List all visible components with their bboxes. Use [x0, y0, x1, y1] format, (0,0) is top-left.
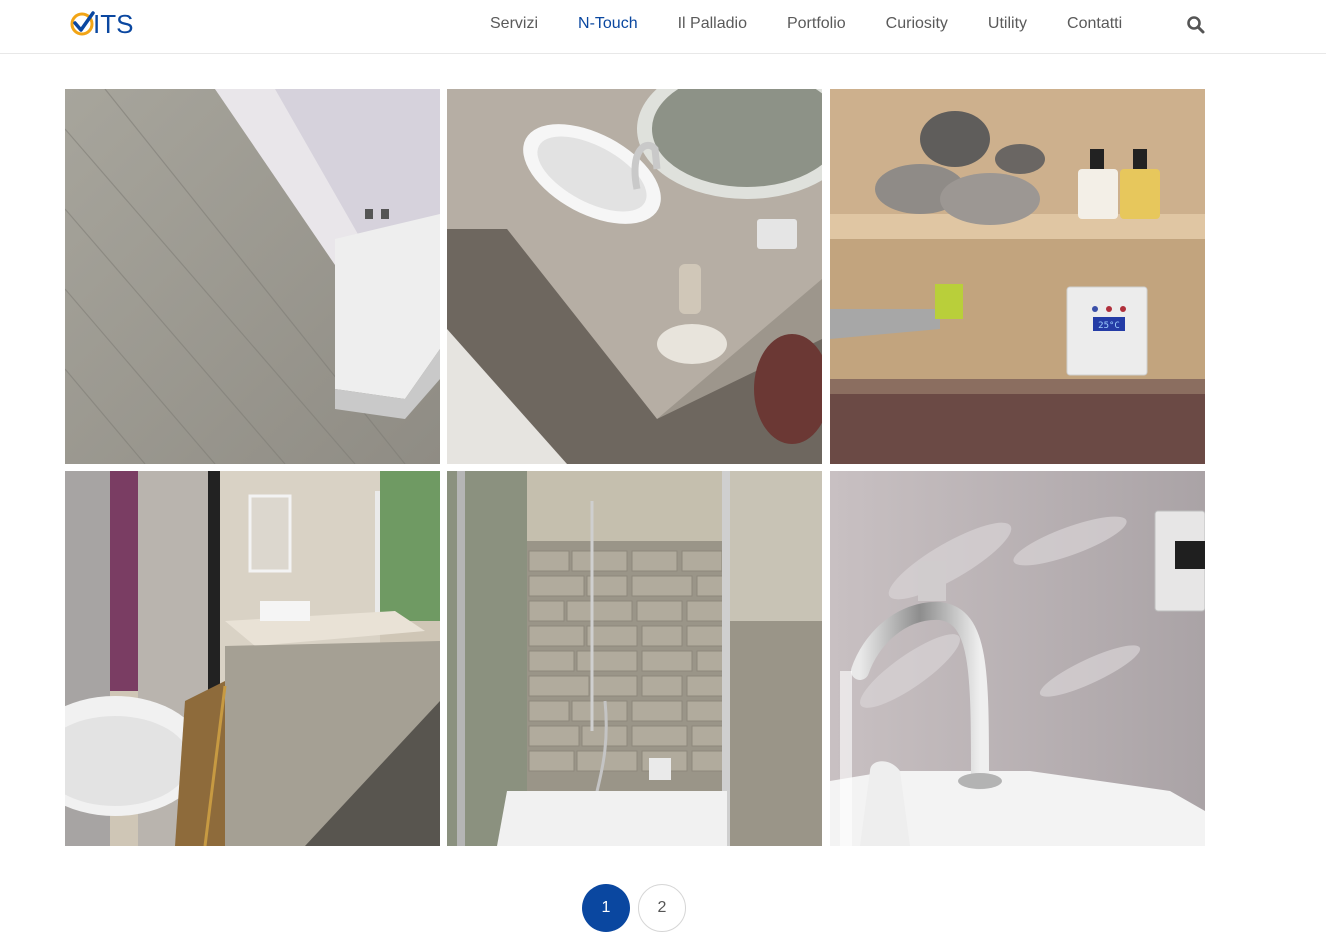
thermostat-readout: 25°C — [1098, 321, 1120, 331]
gallery-grid: 25°C — [65, 89, 1205, 846]
bathtub-bathroom-image — [65, 471, 440, 846]
search-button[interactable] — [1186, 15, 1206, 35]
pagination: 1 2 — [582, 884, 688, 934]
site-logo[interactable]: ITS — [69, 9, 135, 39]
nav-item-contatti[interactable]: Contatti — [1047, 0, 1142, 48]
gallery-tile-vessel-sink[interactable] — [447, 89, 822, 464]
nav-item-il-palladio[interactable]: Il Palladio — [658, 0, 767, 48]
gallery-tile-faucet[interactable] — [830, 471, 1205, 846]
page-1-button[interactable]: 1 — [582, 884, 630, 932]
bathroom-floor-image — [65, 89, 440, 464]
chrome-faucet-image — [830, 471, 1205, 846]
nav-item-utility[interactable]: Utility — [968, 0, 1047, 48]
nav-item-curiosity[interactable]: Curiosity — [866, 0, 968, 48]
site-header: ITS Servizi N-Touch Il Palladio Portfoli… — [0, 0, 1326, 54]
nav-item-servizi[interactable]: Servizi — [470, 0, 558, 48]
nav-item-portfolio[interactable]: Portfolio — [767, 0, 866, 48]
logo-text: ITS — [93, 9, 134, 39]
shower-image — [447, 471, 822, 846]
page-2-button[interactable]: 2 — [638, 884, 686, 932]
gallery-tile-bathroom-floor[interactable] — [65, 89, 440, 464]
main-nav: Servizi N-Touch Il Palladio Portfolio Cu… — [470, 0, 1142, 48]
nav-item-n-touch[interactable]: N-Touch — [558, 0, 658, 48]
gallery-tile-bathtub[interactable] — [65, 471, 440, 846]
towels-thermostat-image: 25°C — [830, 89, 1205, 464]
gallery-tile-towels-thermostat[interactable]: 25°C — [830, 89, 1205, 464]
gallery-tile-shower[interactable] — [447, 471, 822, 846]
vessel-sink-image — [447, 89, 822, 464]
search-icon — [1187, 16, 1205, 34]
